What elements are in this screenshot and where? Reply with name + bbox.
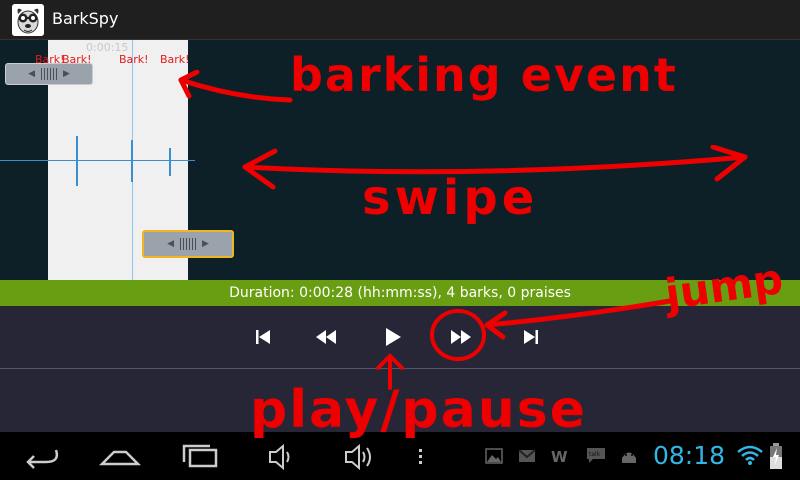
volume-up-icon [345,443,371,471]
skip-next-button[interactable] [513,322,549,352]
chevron-right-icon: ▶ [63,69,70,79]
home-button[interactable] [96,440,144,472]
system-navigation-bar: W talk 08:18 [0,432,800,480]
grip-icon [41,68,57,80]
waveform-baseline [0,160,195,161]
home-icon [98,450,142,466]
skip-next-icon [524,330,538,344]
recent-apps-button[interactable] [176,440,224,472]
chevron-right-icon: ▶ [202,239,209,249]
playback-controls [0,306,800,432]
fast-forward-icon [451,330,471,344]
volume-down-button[interactable] [256,440,304,472]
waveform-view[interactable]: 0:00:15 Bark! Bark! Bark! Bark! ◀ ▶ ◀ ▶ [0,40,800,280]
waveform-spike [131,140,133,182]
play-icon [386,328,401,346]
rewind-icon [316,330,336,344]
waveform-spike [76,136,78,186]
volume-up-button[interactable] [336,440,384,472]
app-title: BarkSpy [52,9,119,28]
gmail-icon [518,449,536,462]
chevron-left-icon: ◀ [28,69,35,79]
menu-button[interactable] [396,440,444,472]
selection-start-handle[interactable]: ◀ ▶ [5,63,93,85]
waveform-spike [169,148,171,176]
rewind-button[interactable] [308,322,344,352]
action-bar: BarkSpy [0,0,800,40]
skip-previous-icon [256,330,270,344]
bark-marker[interactable]: Bark! [119,53,149,66]
overflow-menu-icon [419,449,422,464]
fast-forward-button[interactable] [443,322,479,352]
bark-marker[interactable]: Bark! [160,53,190,66]
android-icon [622,452,636,463]
gallery-icon [485,448,503,464]
wifi-icon [737,445,763,465]
selection-end-handle[interactable]: ◀ ▶ [142,230,234,258]
recent-apps-icon [182,444,218,468]
svg-text:talk: talk [589,451,601,458]
talk-icon: talk [587,448,605,463]
duration-status: Duration: 0:00:28 (hh:mm:ss), 4 barks, 0… [0,280,800,306]
play-button[interactable] [375,322,411,352]
svg-text:W: W [551,448,568,466]
battery-charging-icon [770,443,782,469]
grip-icon [180,238,196,250]
wordpress-icon: W [551,448,568,466]
chevron-left-icon: ◀ [167,239,174,249]
back-icon [26,449,59,469]
clock: 08:18 [653,441,726,470]
controls-divider [0,368,800,369]
app-logo-icon[interactable] [12,4,44,36]
volume-down-icon [269,443,290,471]
skip-previous-button[interactable] [245,322,281,352]
back-button[interactable] [16,440,64,472]
